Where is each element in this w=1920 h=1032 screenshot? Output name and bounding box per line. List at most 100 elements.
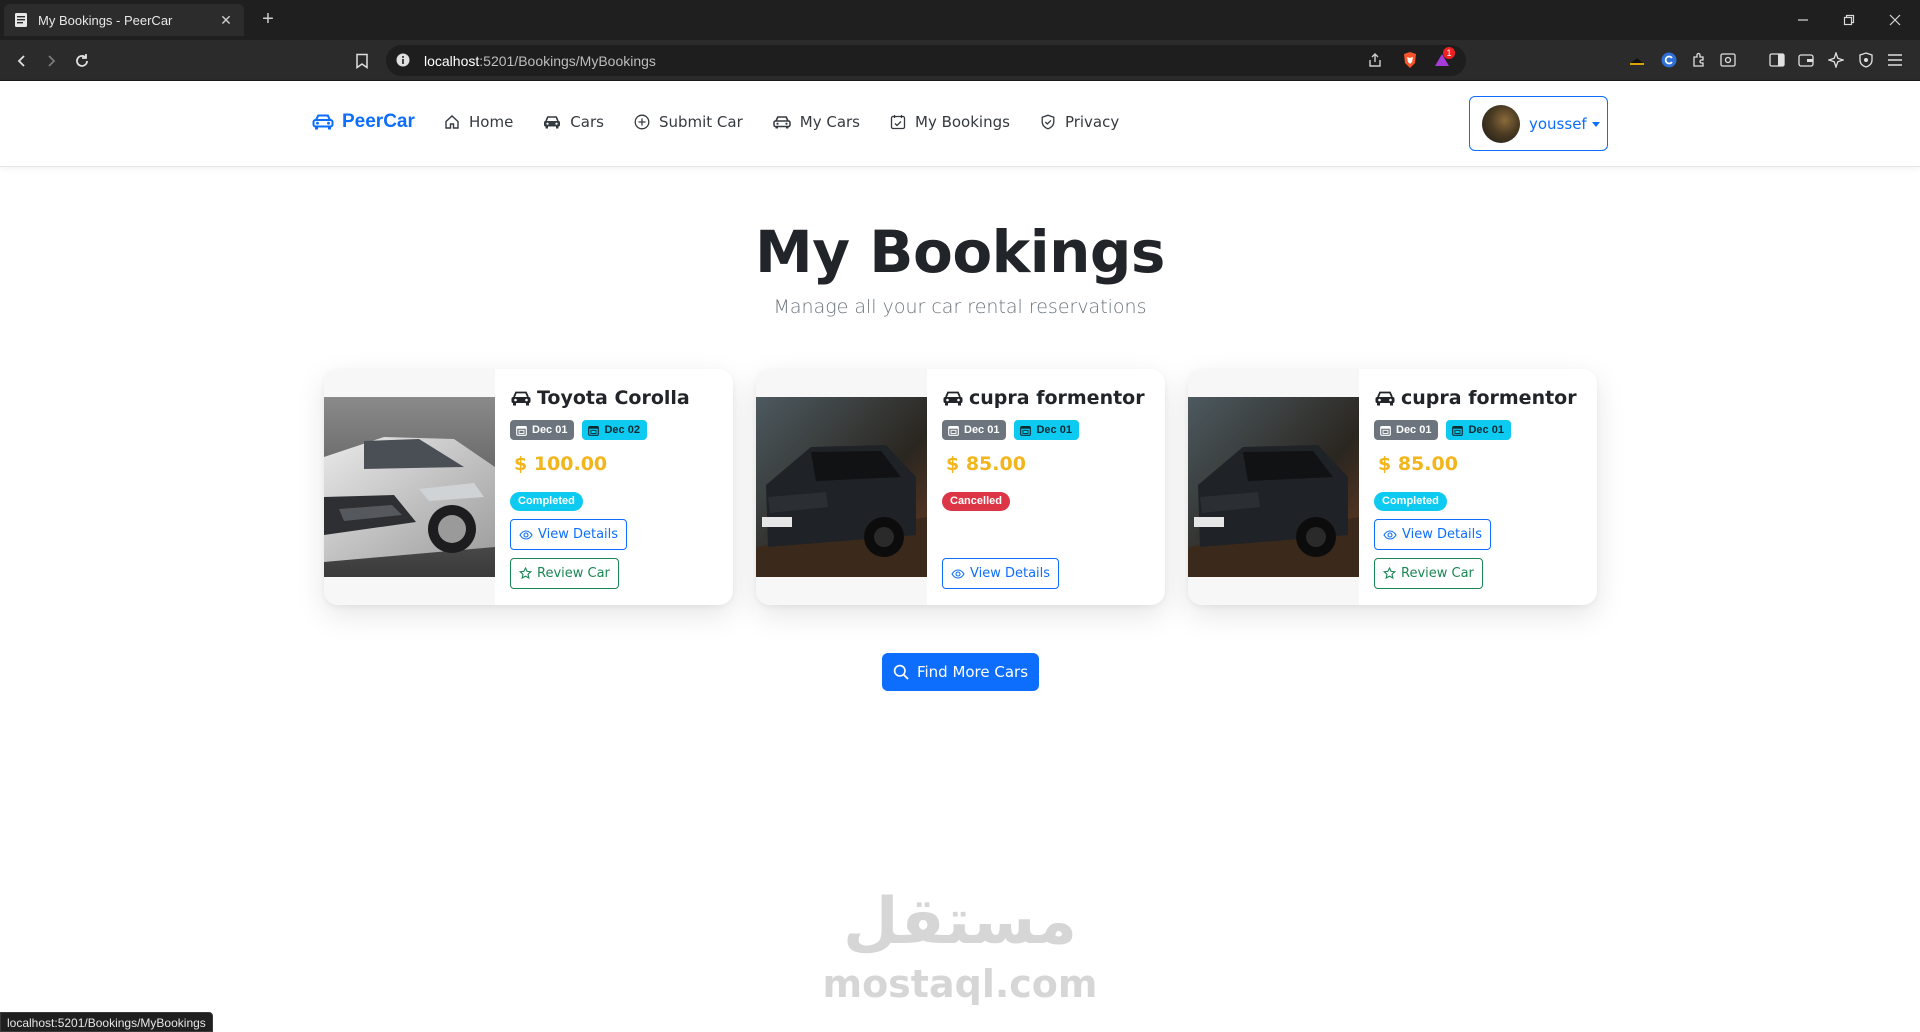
wallet-icon[interactable] [1797,51,1815,69]
start-date-badge: Dec 01 [1374,420,1439,440]
date-badges: Dec 01 Dec 01 [942,420,1087,440]
close-window-icon[interactable] [1872,0,1918,40]
find-more-cars-button[interactable]: Find More Cars [882,653,1039,691]
car-front-icon [544,116,561,129]
calendar-icon [516,425,527,436]
end-date-badge: Dec 01 [1446,420,1511,440]
extensions-puzzle-icon[interactable] [1690,51,1708,69]
review-car-label: Review Car [537,566,610,581]
nav-submit-car-label: Submit Car [658,113,743,131]
view-details-button[interactable]: View Details [942,558,1060,589]
car-photo[interactable] [1188,397,1359,577]
forward-icon[interactable] [38,48,64,74]
view-details-label: View Details [1402,527,1483,542]
calendar-icon [1380,425,1391,436]
browser-tab[interactable]: My Bookings - PeerCar ✕ [4,4,244,36]
extension-dark-icon[interactable] [1628,51,1646,69]
end-date: Dec 01 [1468,424,1504,436]
booking-card: cupra formentor Dec 01 Dec 01 $ 85.00 Co… [1188,369,1597,605]
nav-cars-label: Cars [570,113,604,131]
date-badges: Dec 01 Dec 01 [1374,420,1519,440]
brand-link[interactable]: PeerCar [312,111,415,133]
watermark-arabic: مستقل [842,885,1078,959]
url-host: localhost [424,53,480,69]
booking-card: Toyota Corolla Dec 01 Dec 02 $ 100.00 Co… [324,369,733,605]
end-date: Dec 02 [604,424,640,436]
nav-my-cars[interactable]: My Cars [773,113,860,131]
avatar [1482,104,1520,143]
booking-price: $ 85.00 [1378,453,1458,475]
start-date-badge: Dec 01 [510,420,575,440]
car-title[interactable]: Toyota Corolla [510,387,690,409]
user-menu-button[interactable]: youssef [1469,96,1608,151]
search-icon [893,664,909,680]
end-date-badge: Dec 02 [582,420,647,440]
nav-cars[interactable]: Cars [543,113,604,131]
restore-icon[interactable] [1826,0,1872,40]
nav-my-bookings[interactable]: My Bookings [890,113,1010,131]
grammar-extension-icon[interactable] [1660,51,1678,69]
leo-ai-icon[interactable] [1827,51,1845,69]
card-body: cupra formentor Dec 01 Dec 01 $ 85.00 Co… [1374,369,1597,605]
start-date: Dec 01 [964,424,1000,436]
site-navbar: PeerCar Home Cars Submit Car My Cars My … [0,81,1920,167]
end-date: Dec 01 [1036,424,1072,436]
sidebar-icon[interactable] [1768,51,1786,69]
view-details-label: View Details [970,566,1051,581]
car-photo[interactable] [756,397,927,577]
view-details-button[interactable]: View Details [510,519,628,550]
car-title[interactable]: cupra formentor [1374,387,1577,409]
status-badge: Cancelled [942,492,1010,511]
shield-check-icon [1041,114,1055,130]
date-badges: Dec 01 Dec 02 [510,420,655,440]
review-car-button[interactable]: Review Car [510,558,619,589]
close-tab-icon[interactable]: ✕ [218,12,234,28]
bookmark-icon[interactable] [349,48,375,74]
status-badge: Completed [1374,492,1447,511]
nav-home[interactable]: Home [444,113,513,131]
tab-title: My Bookings - PeerCar [38,12,173,28]
link-status-bar: localhost:5201/Bookings/MyBookings [0,1012,213,1032]
url-path: :5201/Bookings/MyBookings [479,53,656,69]
screenshot-icon[interactable] [1719,51,1737,69]
url-field[interactable]: localhost:5201/Bookings/MyBookings 1 [386,45,1466,76]
car-front-icon [943,391,963,406]
start-date: Dec 01 [1396,424,1432,436]
car-front-icon [1375,391,1395,406]
car-name: cupra formentor [969,387,1145,409]
car-photo[interactable] [324,397,495,577]
nav-submit-car[interactable]: Submit Car [634,113,743,131]
house-icon [445,115,459,129]
watermark-latin: mostaql.com [822,962,1098,1006]
vpn-shield-icon[interactable] [1857,51,1875,69]
document-icon [15,13,27,27]
minimize-icon[interactable] [1780,0,1826,40]
end-date-badge: Dec 01 [1014,420,1079,440]
car-name: Toyota Corolla [537,387,690,409]
new-tab-button[interactable]: + [256,8,280,32]
booking-price: $ 85.00 [946,453,1026,475]
car-title[interactable]: cupra formentor [942,387,1145,409]
page-subtitle: Manage all your car rental reservations [773,296,1147,318]
reload-icon[interactable] [69,48,95,74]
share-icon[interactable] [1367,52,1383,68]
review-car-label: Review Car [1401,566,1474,581]
calendar-icon [1020,425,1032,436]
menu-icon[interactable] [1886,51,1904,69]
address-bar: localhost:5201/Bookings/MyBookings 1 [0,40,1920,81]
brand-name: PeerCar [342,111,415,132]
eye-icon [951,568,965,579]
site-info-icon[interactable] [396,53,410,67]
nav-privacy[interactable]: Privacy [1040,113,1119,131]
view-details-button[interactable]: View Details [1374,519,1492,550]
card-body: cupra formentor Dec 01 Dec 01 $ 85.00 Ca… [942,369,1165,605]
back-icon[interactable] [9,48,35,74]
view-details-label: View Details [538,527,619,542]
rewards-badge: 1 [1443,47,1455,59]
brave-shield-icon[interactable] [1402,51,1418,69]
eye-icon [1383,529,1397,540]
review-car-button[interactable]: Review Car [1374,558,1483,589]
car-icon [773,116,791,129]
car-photo-column [1188,369,1359,605]
car-photo-column [756,369,927,605]
